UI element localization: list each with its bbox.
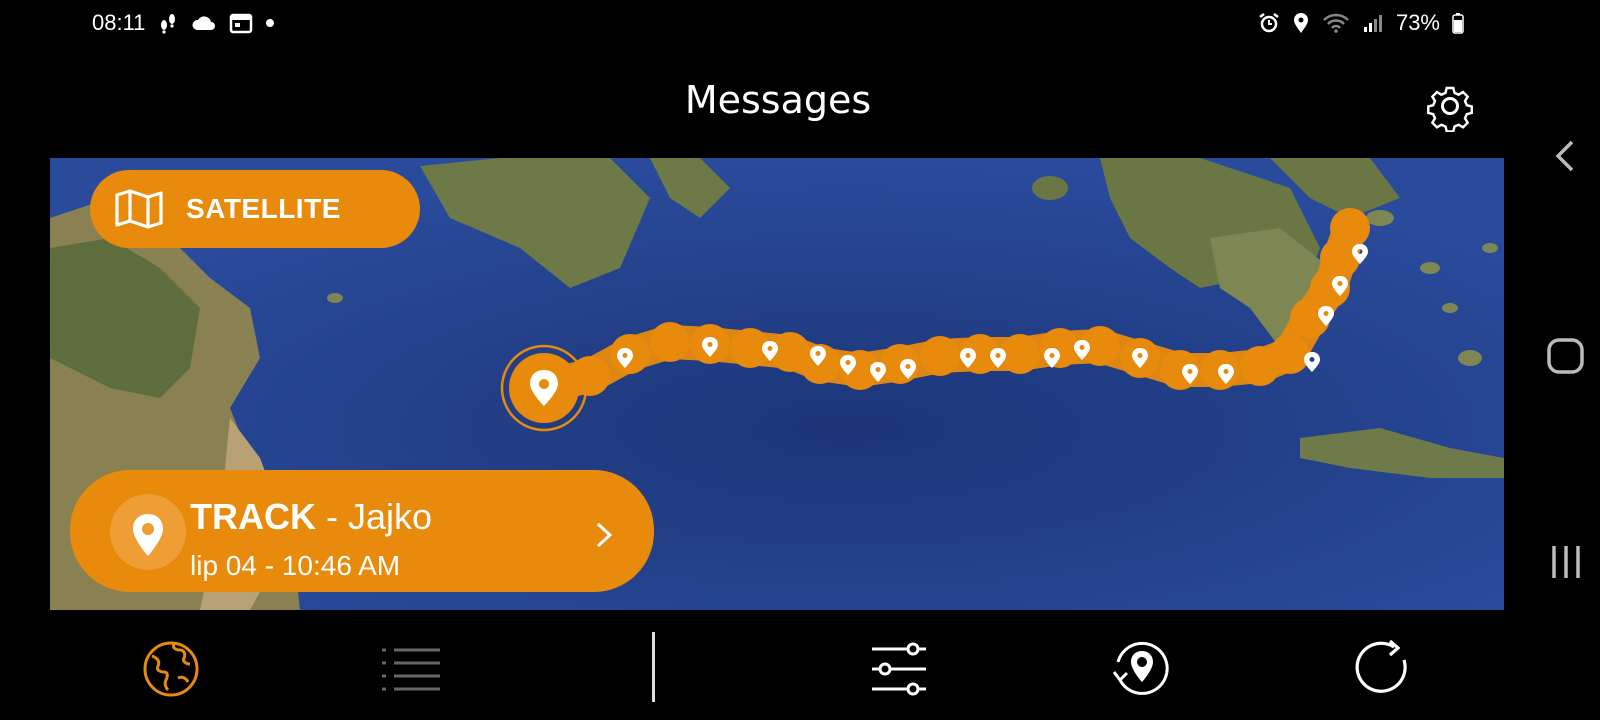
location-icon (1292, 12, 1310, 34)
home-icon (1547, 338, 1584, 374)
chevron-right-icon (596, 522, 613, 548)
map-view[interactable]: SATELLITE TRACK - Jajko lip 04 - 10:46 A… (50, 158, 1504, 610)
system-navigation (1530, 0, 1600, 720)
locate-history-icon (1112, 641, 1169, 695)
list-icon (382, 648, 440, 691)
recents-icon (1552, 546, 1580, 578)
track-title: TRACK - Jajko (190, 496, 432, 538)
page-title: Messages (684, 78, 872, 122)
footsteps-icon (157, 12, 179, 34)
nav-map-button[interactable] (136, 634, 206, 704)
back-icon (1555, 140, 1574, 172)
track-point (650, 322, 690, 362)
track-date: lip 04 - 10:46 AM (190, 550, 401, 581)
nav-refresh-button[interactable] (1350, 634, 1420, 704)
system-back-button[interactable] (1544, 134, 1588, 178)
filter-sliders-icon (872, 642, 926, 696)
battery-icon (1452, 12, 1464, 34)
track-point (1270, 334, 1310, 374)
signal-icon (1362, 12, 1384, 34)
wifi-icon (1322, 12, 1350, 34)
dot-icon (265, 18, 275, 28)
status-bar: 08:11 73% (0, 0, 1600, 48)
cloud-icon (191, 14, 217, 32)
bottom-navigation (0, 612, 1530, 720)
track-point (690, 324, 730, 364)
gear-icon (1427, 86, 1473, 133)
alarm-icon (1258, 12, 1280, 34)
system-home-button[interactable] (1544, 334, 1588, 378)
nav-list-button[interactable] (376, 634, 446, 704)
refresh-icon (1355, 639, 1407, 693)
nav-locate-history-button[interactable] (1106, 634, 1176, 704)
device-name: Jajko (347, 496, 433, 537)
message-type: TRACK (190, 496, 316, 537)
nav-filter-button[interactable] (864, 634, 934, 704)
track-message-card[interactable]: TRACK - Jajko lip 04 - 10:46 AM (70, 470, 654, 592)
status-bar-right: 73% (1258, 10, 1464, 36)
track-point (1000, 334, 1040, 374)
nav-divider (652, 632, 655, 702)
calendar-icon (229, 12, 253, 34)
status-bar-left: 08:11 (92, 10, 275, 36)
map-icon (115, 189, 163, 229)
title-separator: - (315, 496, 348, 537)
settings-button[interactable] (1424, 80, 1476, 133)
satellite-label: SATELLITE (186, 193, 341, 224)
status-time: 08:11 (92, 10, 146, 35)
system-recents-button[interactable] (1544, 540, 1588, 584)
track-point (1330, 208, 1370, 248)
battery-percent: 73% (1395, 10, 1440, 35)
track-start-marker (500, 344, 588, 432)
satellite-toggle-button[interactable]: SATELLITE (90, 170, 420, 248)
track-point (920, 336, 960, 376)
location-pin-icon (133, 514, 163, 556)
globe-icon (143, 641, 199, 697)
